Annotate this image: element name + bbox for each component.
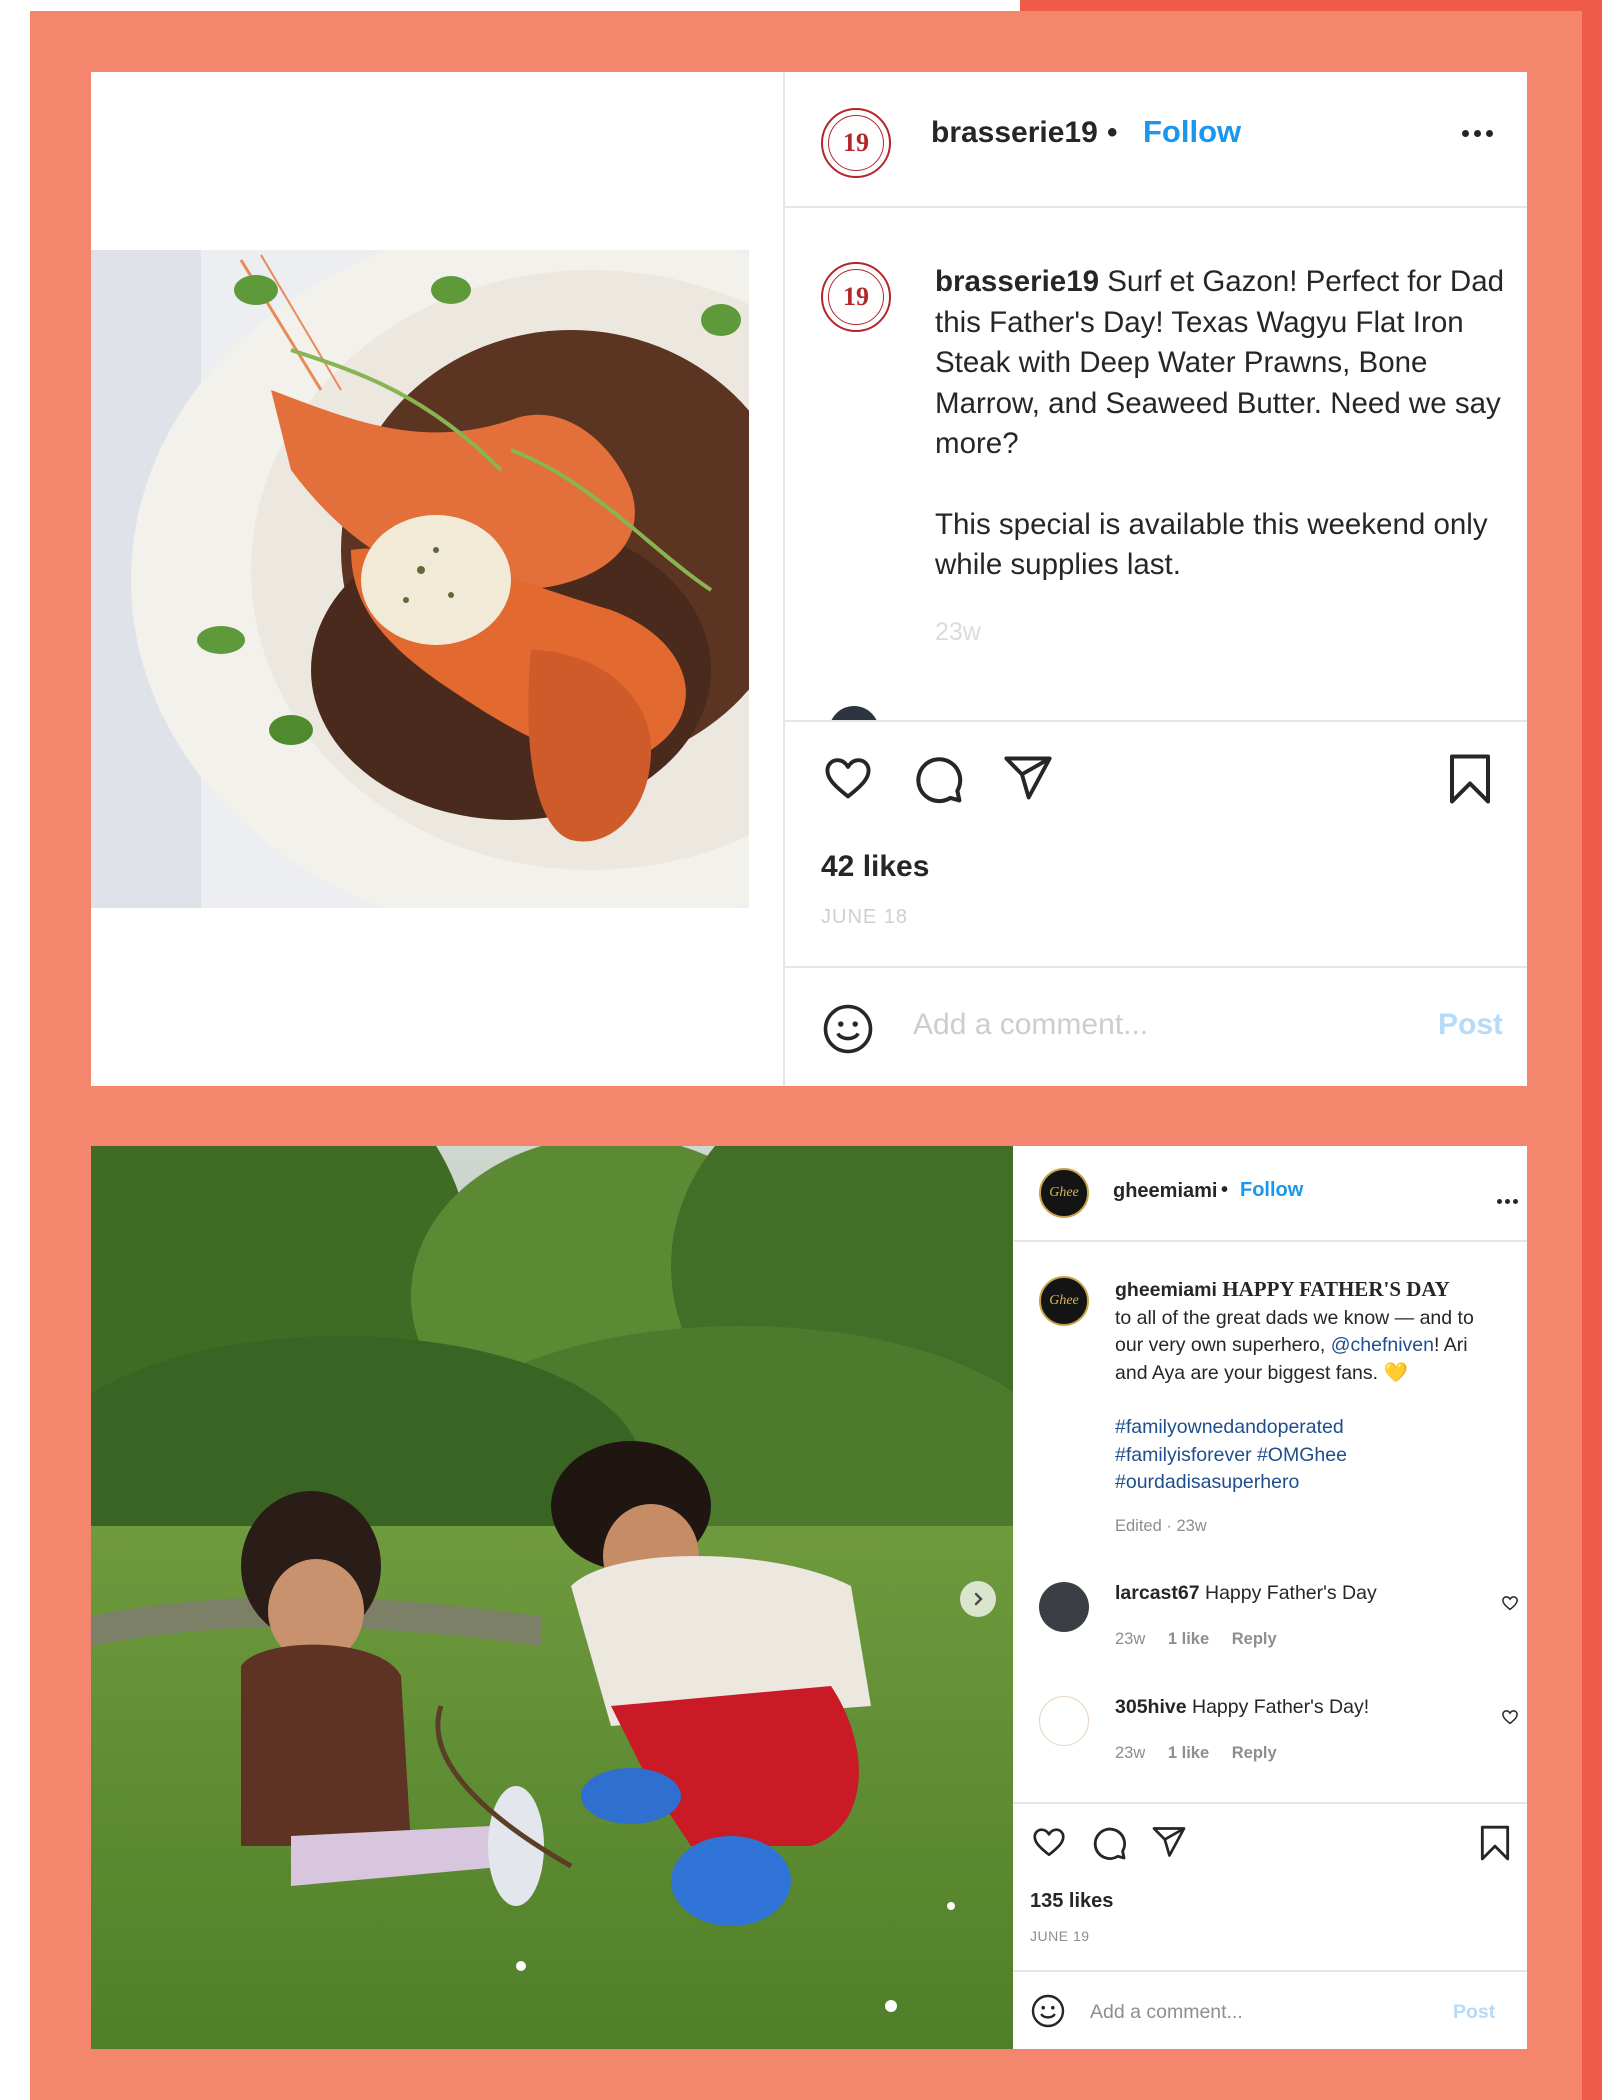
follow-button[interactable]: Follow bbox=[1240, 1179, 1303, 1202]
heart-icon[interactable] bbox=[1030, 1824, 1068, 1860]
likes-count[interactable]: 42 likes bbox=[821, 850, 929, 884]
separator: • bbox=[1107, 116, 1118, 149]
caption-avatar[interactable]: 19 bbox=[821, 262, 891, 332]
comment-likes[interactable]: 1 like bbox=[1168, 1630, 1209, 1648]
username[interactable]: gheemiami bbox=[1113, 1180, 1217, 1203]
caption-headline: HAPPY FATHER'S DAY bbox=[1222, 1277, 1450, 1301]
separator: • bbox=[1221, 1179, 1229, 1201]
comment-item: larcast67 Happy Father's Day 23w 1 like … bbox=[1013, 1582, 1527, 1672]
post-date: JUNE 19 bbox=[1030, 1928, 1090, 1944]
likes-count[interactable]: 135 likes bbox=[1030, 1890, 1113, 1913]
share-icon[interactable] bbox=[1001, 752, 1055, 804]
comment-text: Happy Father's Day! bbox=[1186, 1696, 1370, 1718]
emoji-icon[interactable] bbox=[1030, 1993, 1066, 2029]
post-card-brasserie19: 19 brasserie19 • Follow 19 brasserie19 S… bbox=[91, 72, 1527, 1086]
post-button[interactable]: Post bbox=[1453, 2001, 1495, 2024]
comment-input[interactable]: Add a comment... bbox=[1090, 2001, 1243, 2024]
kids-photo bbox=[91, 1146, 1013, 2049]
accent-strip bbox=[1582, 0, 1602, 2100]
post-button[interactable]: Post bbox=[1438, 1008, 1503, 1042]
post-header: 19 brasserie19 • Follow bbox=[785, 72, 1527, 208]
reply-button[interactable]: Reply bbox=[1232, 1630, 1277, 1648]
comment-time: 23w bbox=[1115, 1744, 1146, 1762]
avatar[interactable]: 19 bbox=[821, 108, 891, 178]
comment-icon[interactable] bbox=[911, 752, 965, 806]
username[interactable]: brasserie19 bbox=[931, 116, 1098, 150]
hashtag-link[interactable]: #ourdadisasuperhero bbox=[1115, 1469, 1505, 1497]
comment-bar: Add a comment... Post bbox=[785, 966, 1527, 1086]
edited-time: Edited · 23w bbox=[1115, 1517, 1207, 1535]
post-actions: 135 likes JUNE 19 bbox=[1013, 1802, 1527, 1974]
comment-time: 23w bbox=[1115, 1630, 1146, 1648]
accent-bar bbox=[1020, 0, 1592, 11]
comment-likes[interactable]: 1 like bbox=[1168, 1744, 1209, 1762]
comment-username[interactable]: 305hive bbox=[1115, 1696, 1187, 1718]
follow-button[interactable]: Follow bbox=[1143, 114, 1241, 150]
caption-text-2: This special is available this weekend o… bbox=[935, 507, 1488, 582]
bookmark-icon[interactable] bbox=[1447, 752, 1493, 806]
heart-icon[interactable] bbox=[821, 752, 875, 804]
food-photo bbox=[91, 250, 749, 908]
caption-username[interactable]: brasserie19 bbox=[935, 265, 1099, 298]
avatar[interactable] bbox=[1039, 1696, 1089, 1746]
comment-username[interactable]: larcast67 bbox=[1115, 1582, 1200, 1604]
post-caption: brasserie19 Surf et Gazon! Perfect for D… bbox=[935, 262, 1505, 586]
emoji-icon[interactable] bbox=[821, 1002, 875, 1056]
heart-icon[interactable] bbox=[1501, 1594, 1519, 1612]
comment-item: 305hive Happy Father's Day! 23w 1 like R… bbox=[1013, 1696, 1527, 1786]
post-time: 23w bbox=[935, 618, 981, 646]
post-card-gheemiami: Ghee gheemiami • Follow Ghee gheemiami H… bbox=[91, 1146, 1527, 2049]
more-icon[interactable] bbox=[1497, 1191, 1527, 1204]
post-header: Ghee gheemiami • Follow bbox=[1013, 1146, 1527, 1242]
post-caption: gheemiami HAPPY FATHER'S DAY to all of t… bbox=[1115, 1276, 1505, 1497]
caption-username[interactable]: gheemiami bbox=[1115, 1279, 1217, 1301]
post-media bbox=[91, 1146, 1013, 2049]
more-icon[interactable] bbox=[1462, 124, 1502, 144]
hashtag-link[interactable]: #familyisforever #OMGhee bbox=[1115, 1442, 1505, 1470]
post-sidebar: 19 brasserie19 • Follow 19 brasserie19 S… bbox=[783, 72, 1527, 1086]
bookmark-icon[interactable] bbox=[1479, 1824, 1511, 1862]
share-icon[interactable] bbox=[1150, 1824, 1188, 1860]
chevron-right-icon[interactable] bbox=[960, 1581, 996, 1617]
comment-bar: Add a comment... Post bbox=[1013, 1970, 1527, 2049]
comment-text: Happy Father's Day bbox=[1199, 1582, 1377, 1604]
reply-button[interactable]: Reply bbox=[1232, 1744, 1277, 1762]
heart-icon[interactable] bbox=[1501, 1708, 1519, 1726]
hashtag-link[interactable]: #familyownedandoperated bbox=[1115, 1414, 1505, 1442]
caption-avatar[interactable]: Ghee bbox=[1039, 1276, 1089, 1326]
post-date: JUNE 18 bbox=[821, 906, 909, 928]
avatar[interactable]: Ghee bbox=[1039, 1168, 1089, 1218]
comment-icon[interactable] bbox=[1090, 1824, 1128, 1862]
comment-input[interactable]: Add a comment... bbox=[913, 1008, 1148, 1042]
avatar[interactable] bbox=[1039, 1582, 1089, 1632]
post-sidebar: Ghee gheemiami • Follow Ghee gheemiami H… bbox=[1013, 1146, 1527, 2049]
mention-link[interactable]: @chefniven bbox=[1331, 1334, 1434, 1356]
post-media bbox=[91, 72, 783, 1086]
